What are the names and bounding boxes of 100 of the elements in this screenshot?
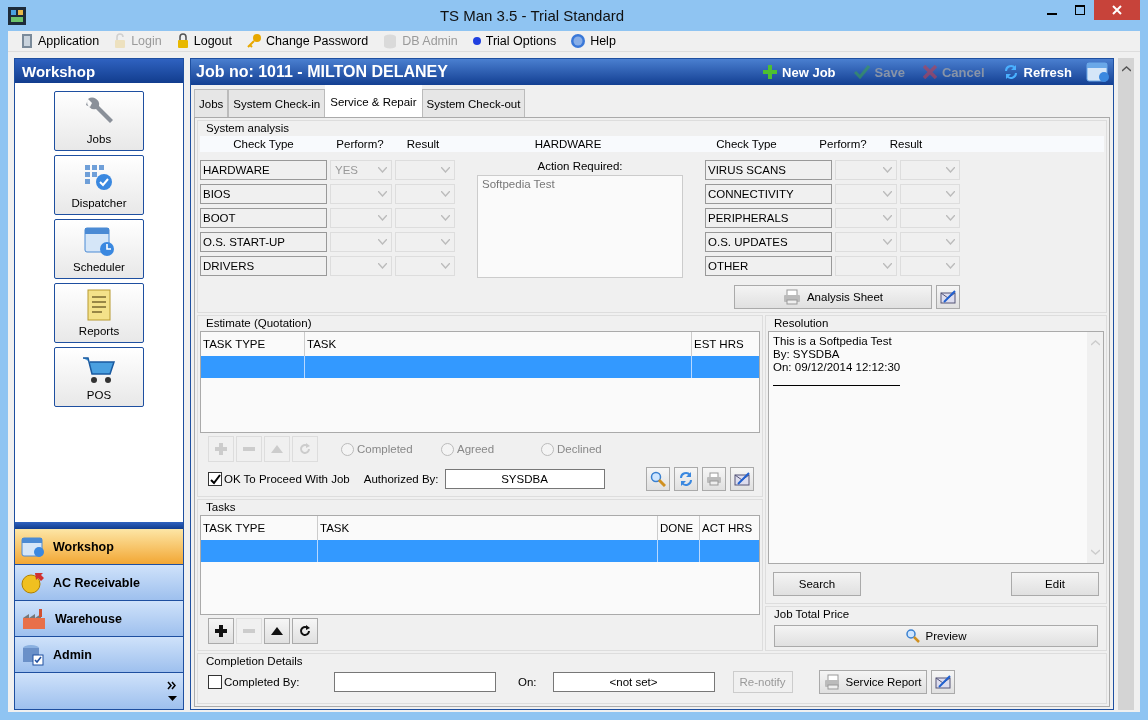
dropdown[interactable]	[900, 256, 960, 276]
menu-item[interactable]: Trial Options	[465, 34, 563, 48]
section-title: Completion Details	[205, 654, 304, 669]
menu-item[interactable]: Application	[14, 33, 106, 49]
date-field[interactable]: <not set>	[552, 672, 715, 692]
chevron-down-icon	[946, 167, 955, 173]
dropdown[interactable]	[835, 256, 897, 276]
chevron-down-icon	[378, 215, 387, 221]
authorized-by-field[interactable]: SYSDBA	[444, 469, 605, 489]
dropdown[interactable]	[330, 232, 392, 252]
magnifier-icon	[905, 629, 920, 643]
module-button[interactable]: Jobs	[54, 91, 144, 151]
column-header: Perform?	[335, 138, 385, 150]
cart-icon	[82, 355, 116, 385]
dropdown[interactable]	[900, 160, 960, 180]
factory-icon	[21, 607, 47, 630]
toolbar-button[interactable]: New Job	[759, 64, 840, 80]
check-type-field: PERIPHERALS	[705, 208, 832, 228]
search-button[interactable]	[646, 467, 670, 491]
scrollbar[interactable]	[1087, 332, 1103, 563]
menu-item[interactable]: Logout	[169, 33, 238, 49]
nav-item[interactable]: Warehouse	[15, 601, 183, 637]
splitter-handle[interactable]	[15, 522, 183, 529]
chevron-up-icon	[1121, 66, 1131, 72]
dropdown[interactable]	[900, 208, 960, 228]
tab[interactable]: Jobs	[194, 89, 229, 117]
preview-button[interactable]: Preview	[774, 625, 1098, 647]
field-label: Action Required:	[537, 160, 623, 174]
dropdown[interactable]	[835, 184, 897, 204]
chevron-down-icon	[441, 191, 450, 197]
checkbox[interactable]: OK To Proceed With Job	[208, 472, 350, 486]
menu-item[interactable]: Change Password	[240, 33, 375, 49]
print-button[interactable]	[702, 467, 726, 491]
search-button[interactable]: Search	[773, 572, 861, 596]
menu-item[interactable]: Help	[564, 33, 622, 49]
dropdown[interactable]	[330, 208, 392, 228]
module-button[interactable]: POS	[54, 347, 144, 407]
text-area[interactable]: Softpedia Test	[477, 175, 683, 278]
module-button[interactable]: Reports	[54, 283, 144, 343]
chevron-up-icon	[1090, 340, 1100, 346]
tool-button[interactable]	[208, 618, 234, 644]
email-button[interactable]	[930, 670, 955, 694]
printer-icon	[823, 674, 840, 690]
chevron-down-icon	[946, 191, 955, 197]
toolbar-button[interactable]: Refresh	[998, 64, 1076, 80]
refresh-button[interactable]	[674, 467, 698, 491]
service-report-button[interactable]: Service Report	[818, 670, 927, 694]
check-type-field: HARDWARE	[200, 160, 327, 180]
tool-button[interactable]	[264, 618, 290, 644]
chevron-down-icon	[883, 263, 892, 269]
check-type-field: BIOS	[200, 184, 327, 204]
chevron-right-icon[interactable]	[167, 681, 177, 690]
dropdown[interactable]	[900, 184, 960, 204]
dropdown[interactable]	[395, 232, 455, 252]
nav-item[interactable]: Admin	[15, 637, 183, 673]
section-title: Job Total Price	[773, 607, 851, 622]
dropdown[interactable]	[900, 232, 960, 252]
completed-by-field[interactable]	[334, 672, 496, 692]
chevron-down-icon	[378, 191, 387, 197]
nav-item[interactable]: AC Receivable	[15, 565, 183, 601]
section-title: System analysis	[205, 121, 291, 136]
dropdown[interactable]	[330, 256, 392, 276]
check-type-field: OTHER	[705, 256, 832, 276]
email-button[interactable]	[730, 467, 754, 491]
analysis-sheet-button[interactable]: Analysis Sheet	[734, 285, 932, 309]
module-button[interactable]: Scheduler	[54, 219, 144, 279]
text-area[interactable]: This is a Softpedia Test By: SYSDBA On: 09/12/2014 12:12:30	[768, 331, 1104, 564]
table-row[interactable]	[201, 540, 759, 562]
tab[interactable]: System Check-out	[421, 89, 526, 117]
table-row[interactable]	[201, 356, 759, 378]
checkmark-icon	[209, 473, 221, 485]
tool-button[interactable]	[292, 618, 318, 644]
dropdown[interactable]	[395, 256, 455, 276]
tab[interactable]: System Check-in	[228, 89, 326, 117]
envelope-icon	[734, 472, 750, 486]
chevron-down-icon	[883, 215, 892, 221]
column-header: Check Type	[715, 138, 778, 150]
dropdown[interactable]	[395, 160, 455, 180]
column-header: ACT HRS	[701, 521, 754, 536]
chevron-down-icon	[883, 167, 892, 173]
checkbox[interactable]: Completed By:	[208, 675, 326, 689]
dropdown[interactable]	[330, 184, 392, 204]
dropdown-arrow-icon[interactable]	[168, 696, 177, 701]
dropdown[interactable]	[835, 232, 897, 252]
calendar-icon[interactable]	[1086, 61, 1110, 83]
nav-item[interactable]: Workshop	[15, 529, 183, 565]
minimize-icon	[1047, 13, 1057, 15]
edit-button[interactable]: Edit	[1011, 572, 1099, 596]
module-button[interactable]: Dispatcher	[54, 155, 144, 215]
dropdown[interactable]	[835, 160, 897, 180]
search-icon	[650, 471, 666, 487]
scrollbar[interactable]	[1118, 58, 1134, 710]
dropdown[interactable]	[395, 184, 455, 204]
envelope-icon	[934, 675, 951, 689]
dropdown[interactable]	[835, 208, 897, 228]
key-icon	[246, 33, 262, 49]
email-button[interactable]	[936, 285, 960, 309]
tab[interactable]: Service & Repair	[325, 85, 422, 117]
dropdown[interactable]	[395, 208, 455, 228]
close-button[interactable]	[1094, 0, 1140, 20]
